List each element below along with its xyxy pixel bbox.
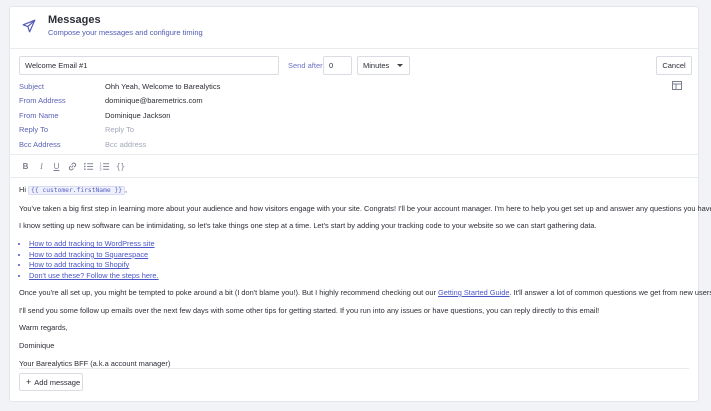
getting-started-link[interactable]: Getting Started Guide	[438, 288, 510, 297]
body-paragraph-4: I'll send you some follow up emails over…	[19, 305, 600, 315]
squarespace-link[interactable]: How to add tracking to Squarespace	[29, 250, 148, 259]
reply-to-field[interactable]: Reply To	[105, 123, 134, 137]
link-icon[interactable]	[67, 161, 78, 172]
time-unit-value: Minutes	[363, 61, 390, 70]
signature-title: Your Barealytics BFF (a.k.a account mana…	[19, 358, 171, 368]
send-after-input[interactable]: 0	[323, 56, 352, 75]
greeting-line: Hi {{ customer.firstName }},	[19, 185, 689, 195]
list-item: How to add tracking to Shopify	[29, 260, 689, 271]
svg-text:3: 3	[99, 168, 101, 172]
bcc-field[interactable]: Bcc address	[105, 138, 146, 152]
signature-name: Dominique	[19, 340, 55, 350]
reply-to-row: Reply To Reply To	[19, 123, 689, 137]
subject-label: Subject	[19, 82, 45, 91]
preview-panel-icon[interactable]	[672, 81, 682, 90]
cancel-button[interactable]: Cancel	[656, 56, 692, 75]
underline-button[interactable]: U	[51, 161, 62, 172]
from-address-label: From Address	[19, 96, 66, 106]
page-title: Messages	[48, 14, 101, 26]
from-name-field[interactable]: Dominique Jackson	[105, 109, 170, 123]
email-meta: Subject Ohh Yeah, Welcome to Barealytics…	[19, 80, 689, 152]
tracking-links-list: How to add tracking to WordPress site Ho…	[29, 239, 689, 282]
page-subtitle: Compose your messages and configure timi…	[48, 28, 203, 37]
list-item: Don't use these? Follow the steps here.	[29, 271, 689, 282]
para3-text: Once you're all set up, you might be tem…	[19, 287, 436, 297]
messages-card: Messages Compose your messages and confi…	[9, 6, 711, 402]
messages-header: Messages Compose your messages and confi…	[10, 7, 698, 49]
add-message-label: Add message	[34, 378, 81, 387]
bold-button[interactable]: B	[20, 161, 31, 172]
subject-row: Subject Ohh Yeah, Welcome to Barealytics	[19, 80, 689, 94]
add-message-button[interactable]: + Add message	[19, 373, 83, 391]
bulleted-list-icon[interactable]	[83, 161, 94, 172]
body-paragraph-3: Once you're all set up, you might be tem…	[19, 287, 711, 297]
chevron-down-icon	[397, 64, 403, 67]
message-settings-row: Welcome Email #1 Send after 0 Minutes Ca…	[10, 56, 698, 76]
from-address-row: From Address dominique@baremetrics.com	[19, 94, 689, 108]
message-name-input[interactable]: Welcome Email #1	[19, 56, 279, 75]
reply-to-label: Reply To	[19, 125, 49, 135]
merge-tag[interactable]: {{ customer.firstName }}	[28, 186, 126, 195]
list-item: How to add tracking to WordPress site	[29, 239, 689, 250]
numbered-list-icon[interactable]: 1 2 3	[99, 161, 110, 172]
body-paragraph-1: You've taken a big first step in learnin…	[19, 203, 711, 213]
message-body-editor[interactable]: Hi {{ customer.firstName }}, You've take…	[19, 185, 711, 376]
from-address-field[interactable]: dominique@baremetrics.com	[105, 94, 203, 108]
italic-button[interactable]: I	[36, 161, 47, 172]
body-paragraph-2: I know setting up new software can be in…	[19, 221, 597, 231]
send-after-label: Send after	[288, 61, 323, 70]
paper-plane-icon	[22, 19, 36, 33]
from-name-row: From Name Dominique Jackson	[19, 109, 689, 123]
divider	[19, 368, 689, 369]
para3-text-after: . It'll answer a lot of common questions…	[509, 287, 711, 297]
greeting-text: Hi	[19, 185, 26, 194]
plus-icon: +	[26, 377, 32, 387]
greeting-punct: ,	[125, 185, 128, 194]
closing-line: Warm regards,	[19, 323, 68, 333]
time-unit-select[interactable]: Minutes	[357, 56, 410, 75]
from-name-label: From Name	[19, 110, 59, 120]
bcc-label: Bcc Address	[19, 139, 61, 149]
editor-toolbar: B I U 1 2 3 {}	[10, 154, 698, 178]
bcc-row: Bcc Address Bcc address	[19, 138, 689, 152]
list-item: How to add tracking to Squarespace	[29, 250, 689, 261]
code-button[interactable]: {}	[115, 161, 126, 172]
subject-field[interactable]: Ohh Yeah, Welcome to Barealytics	[105, 80, 220, 94]
shopify-link[interactable]: How to add tracking to Shopify	[29, 260, 129, 269]
wordpress-link[interactable]: How to add tracking to WordPress site	[29, 239, 155, 248]
other-steps-link[interactable]: Don't use these? Follow the steps here.	[29, 271, 159, 280]
